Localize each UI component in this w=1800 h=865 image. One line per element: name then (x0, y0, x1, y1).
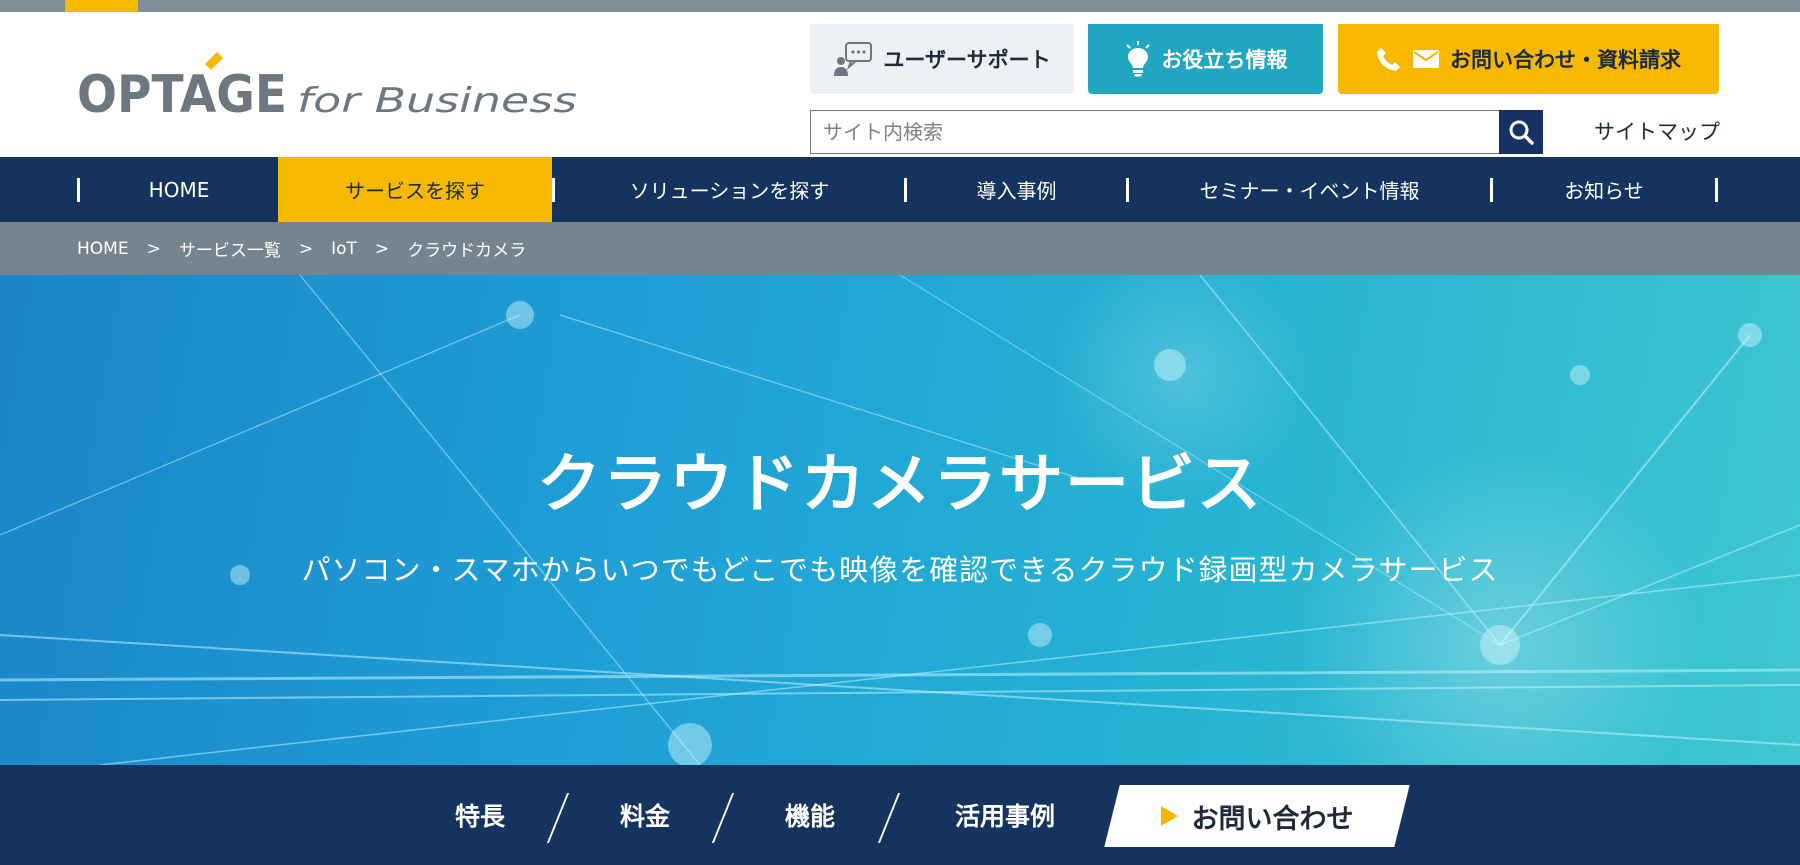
site-search-box (810, 110, 1500, 154)
contact-request-button[interactable]: お問い合わせ・資料請求 (1338, 24, 1719, 94)
hero-title: クラウドカメラサービス (537, 448, 1263, 522)
anchor-link-features[interactable]: 特長 (430, 765, 530, 865)
logo-sub-text: for Business (297, 81, 577, 121)
contact-request-label: お問い合わせ・資料請求 (1450, 48, 1681, 72)
breadcrumb-home[interactable]: HOME (77, 239, 129, 259)
breadcrumb-separator: > (146, 238, 161, 259)
page-anchor-navigation: 特長 料金 機能 活用事例 お問い合わせ (0, 765, 1800, 865)
useful-info-button[interactable]: お役立ち情報 (1088, 24, 1323, 94)
phone-icon (1376, 46, 1402, 72)
top-stripe (0, 0, 1800, 12)
sitemap-link[interactable]: サイトマップ (1594, 116, 1720, 146)
anchor-divider (877, 793, 901, 843)
gnav-item-find-service[interactable]: サービスを探す (278, 157, 552, 222)
breadcrumb-service-list[interactable]: サービス一覧 (179, 236, 281, 261)
mail-icon (1412, 49, 1440, 69)
site-search-input[interactable] (811, 111, 1499, 153)
user-support-button[interactable]: ユーザーサポート (810, 24, 1074, 94)
breadcrumb-iot[interactable]: IoT (331, 239, 357, 259)
anchor-link-functions[interactable]: 機能 (760, 765, 860, 865)
anchor-link-pricing[interactable]: 料金 (595, 765, 695, 865)
search-button[interactable] (1499, 110, 1543, 154)
gnav-item-find-solution[interactable]: ソリューションを探す (555, 157, 904, 222)
hero-banner: クラウドカメラサービス パソコン・スマホからいつでもどこでも映像を確認できるクラ… (0, 275, 1800, 765)
breadcrumb-current-page: クラウドカメラ (407, 241, 527, 261)
play-triangle-icon (1160, 806, 1178, 826)
gnav-item-news[interactable]: お知らせ (1493, 157, 1715, 222)
chat-user-icon (833, 41, 873, 77)
breadcrumb-separator: > (374, 238, 390, 259)
global-navigation: HOME サービスを探す ソリューションを探す 導入事例 セミナー・イベント情報… (0, 157, 1800, 222)
contact-cta-label: お問い合わせ (1191, 803, 1354, 835)
user-support-label: ユーザーサポート (883, 48, 1051, 72)
gnav-item-home[interactable]: HOME (80, 157, 278, 222)
hero-subtitle: パソコン・スマホからいつでもどこでも映像を確認できるクラウド録画型カメラサービス (301, 553, 1499, 587)
optage-for-business-logo[interactable]: OPTAGE for Business (77, 52, 587, 132)
gnav-separator (1715, 178, 1718, 202)
contact-cta-button[interactable]: お問い合わせ (1112, 785, 1402, 847)
breadcrumb-separator: > (298, 238, 314, 259)
anchor-divider (711, 793, 735, 843)
logo-main-text: OPTAGE (77, 65, 287, 125)
search-icon (1509, 120, 1534, 145)
lightbulb-icon (1124, 41, 1152, 77)
top-stripe-accent (65, 0, 138, 12)
anchor-divider (546, 793, 570, 843)
useful-info-label: お役立ち情報 (1161, 48, 1288, 72)
breadcrumb: HOME > サービス一覧 > IoT > クラウドカメラ (0, 222, 1800, 275)
gnav-item-case-studies[interactable]: 導入事例 (907, 157, 1126, 222)
gnav-item-seminars-events[interactable]: セミナー・イベント情報 (1129, 157, 1490, 222)
site-header: OPTAGE for Business ユーザーサポート お役立ち情報 お問い合… (0, 12, 1800, 157)
anchor-link-use-cases[interactable]: 活用事例 (930, 765, 1080, 865)
